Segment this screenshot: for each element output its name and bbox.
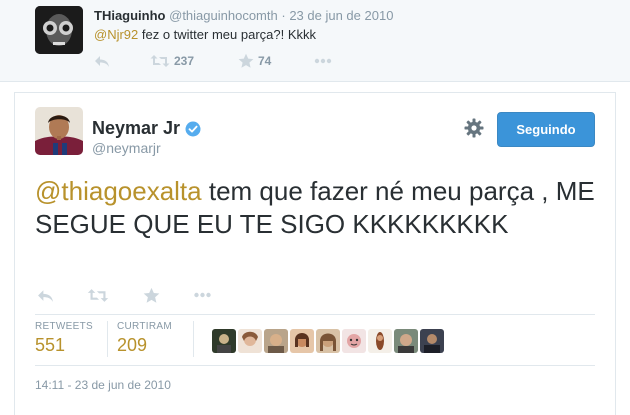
- more-icon: [314, 58, 332, 64]
- favoriter-avatar[interactable]: [290, 329, 314, 353]
- reply-date[interactable]: 23 de jun de 2010: [289, 8, 393, 23]
- reply-author-name[interactable]: THiaguinho: [94, 8, 166, 23]
- likes-label: CURTIRAM: [117, 321, 172, 332]
- reply-favorite-count: 74: [258, 54, 272, 68]
- reply-actions: 237 74: [94, 52, 354, 70]
- retweets-stat[interactable]: RETWEETS 551: [35, 321, 93, 356]
- stats-top-divider: [35, 314, 595, 315]
- retweets-label: RETWEETS: [35, 321, 93, 332]
- verified-icon: [185, 121, 201, 136]
- main-author-name[interactable]: Neymar Jr: [92, 118, 180, 139]
- tweet-text: @thiagoexalta tem que fazer né meu parça…: [35, 175, 605, 241]
- tweet-timestamp[interactable]: 14:11 - 23 de jun de 2010: [35, 378, 171, 392]
- more-button[interactable]: [314, 52, 332, 70]
- favoriter-avatar[interactable]: [316, 329, 340, 353]
- reply-icon: [95, 56, 109, 67]
- likes-count: 209: [117, 335, 148, 355]
- tweet-mention-link[interactable]: @thiagoexalta: [35, 176, 202, 206]
- retweets-count: 551: [35, 335, 66, 355]
- favoriter-avatar[interactable]: [264, 329, 288, 353]
- main-author-handle[interactable]: @neymarjr: [92, 140, 161, 156]
- reply-tweet[interactable]: THiaguinho @thiaguinhocomth · 23 de jun …: [0, 0, 630, 82]
- main-tweet: Neymar Jr @neymarjr Seguindo @thiagoexal…: [14, 92, 616, 415]
- favoriter-avatar[interactable]: [238, 329, 262, 353]
- reply-text-body: fez o twitter meu parça?! Kkkk: [138, 27, 316, 42]
- main-avatar[interactable]: [35, 107, 83, 155]
- favoriter-avatar[interactable]: [394, 329, 418, 353]
- main-retweet-button[interactable]: [87, 286, 109, 304]
- main-reply-button[interactable]: [37, 286, 54, 304]
- reply-icon: [38, 289, 53, 302]
- favoriter-avatar[interactable]: [368, 329, 392, 353]
- favoriter-avatar[interactable]: [212, 329, 236, 353]
- stats-bottom-divider: [35, 365, 595, 366]
- tweet-actions: [37, 286, 237, 306]
- reply-avatar[interactable]: [35, 6, 83, 54]
- reply-mention-link[interactable]: @Njr92: [94, 27, 138, 42]
- main-author-name-row: Neymar Jr: [92, 118, 201, 139]
- reply-button[interactable]: [94, 52, 110, 70]
- main-favorite-button[interactable]: [143, 286, 160, 304]
- reply-retweet-count: 237: [174, 54, 195, 68]
- following-button[interactable]: Seguindo: [497, 112, 595, 147]
- favoriters-avatars: [212, 329, 444, 353]
- favoriter-avatar[interactable]: [342, 329, 366, 353]
- stats-separator: [107, 321, 108, 357]
- reply-author-handle[interactable]: @thiaguinhocomth: [169, 8, 278, 23]
- reply-text: @Njr92 fez o twitter meu parça?! Kkkk: [94, 27, 316, 42]
- stats-separator: [193, 321, 194, 357]
- favorite-button[interactable]: 74: [238, 52, 271, 70]
- reply-separator: ·: [281, 8, 286, 23]
- likes-stat[interactable]: CURTIRAM 209: [117, 321, 172, 356]
- more-icon: [194, 292, 211, 298]
- gear-icon[interactable]: [464, 118, 484, 138]
- retweet-icon: [150, 55, 170, 67]
- retweet-button[interactable]: 237: [150, 52, 194, 70]
- retweet-icon: [87, 288, 109, 302]
- star-icon: [238, 53, 254, 68]
- reply-header: THiaguinho @thiaguinhocomth · 23 de jun …: [94, 8, 393, 23]
- star-icon: [143, 287, 160, 303]
- favoriter-avatar[interactable]: [420, 329, 444, 353]
- main-more-button[interactable]: [193, 286, 212, 304]
